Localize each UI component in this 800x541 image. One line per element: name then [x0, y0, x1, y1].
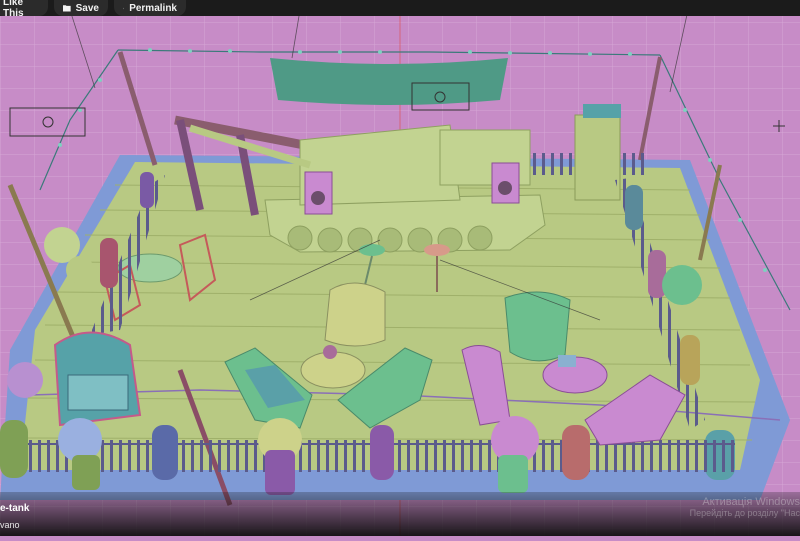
jukebox: [53, 331, 142, 427]
speaker-right-cone: [498, 181, 512, 195]
permalink-button[interactable]: Permalink: [114, 0, 186, 16]
speaker-left-cone: [311, 191, 325, 205]
coffee-table-item: [323, 345, 337, 359]
3d-viewport[interactable]: [0, 0, 800, 536]
fence-post-back-left: [140, 172, 154, 208]
armchair-green-back: [504, 291, 571, 362]
watermark-line-2: Перейдіть до розділу "Нас: [689, 508, 800, 518]
banner: [270, 58, 508, 105]
model-author[interactable]: vano: [0, 520, 20, 530]
scene-canvas[interactable]: [0, 0, 800, 536]
armchair-yellow: [324, 282, 386, 347]
bottom-overlay: e-tank vano Активація Windows Перейдіть …: [0, 492, 800, 536]
cabinet: [574, 114, 621, 201]
fence-post-left: [100, 238, 118, 288]
top-toolbar: Like This Save Permalink: [0, 0, 800, 19]
save-label: Save: [75, 2, 99, 14]
folder-icon: [63, 5, 71, 12]
link-icon: [123, 7, 125, 9]
model-title[interactable]: e-tank: [0, 503, 29, 514]
watermark-line-1: Активація Windows: [702, 496, 800, 508]
windows-activation-watermark: Активація Windows Перейдіть до розділу "…: [690, 496, 800, 518]
coffee-table-laptop: [558, 355, 576, 367]
like-label: Like This: [3, 0, 24, 19]
fence-post-right-3: [680, 335, 700, 385]
save-button[interactable]: Save: [54, 0, 108, 16]
fence-post-right-1: [625, 185, 643, 230]
permalink-label: Permalink: [129, 2, 177, 14]
like-button[interactable]: Like This: [0, 0, 48, 19]
cabinet-top: [583, 104, 621, 118]
